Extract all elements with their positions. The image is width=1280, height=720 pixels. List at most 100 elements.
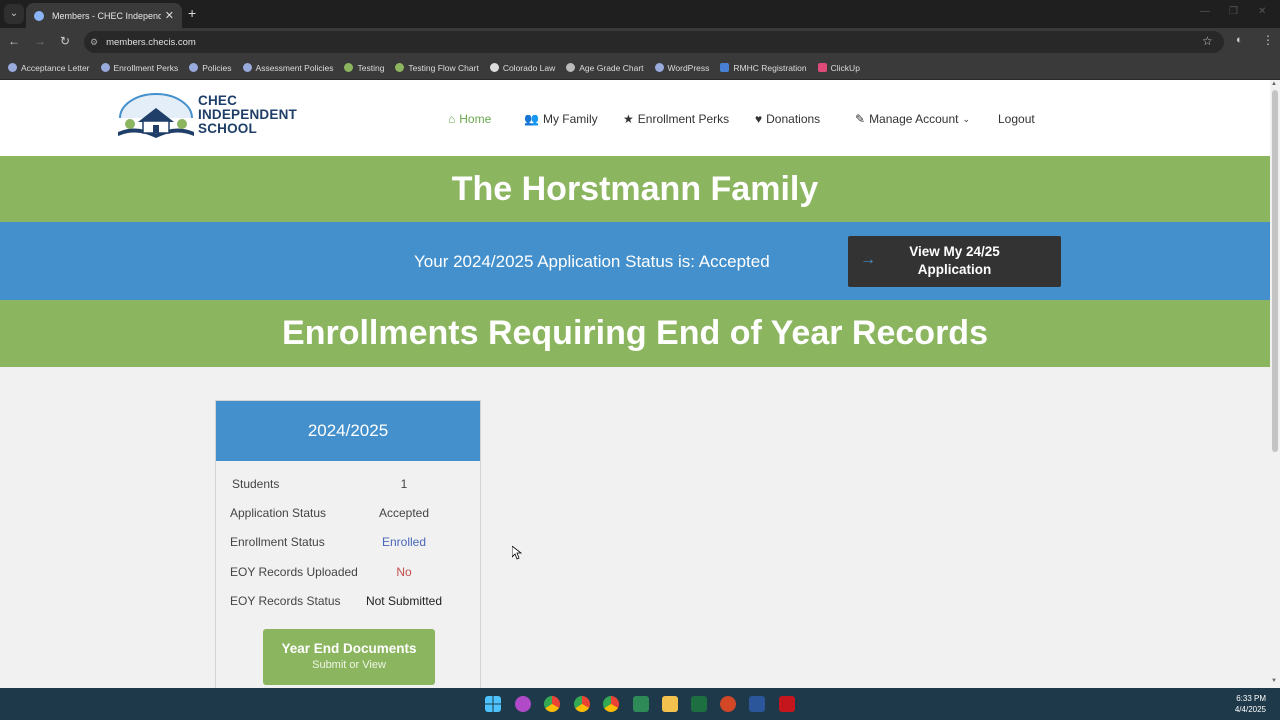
bookmark-policies[interactable]: Policies (189, 62, 232, 73)
family-title: The Horstmann Family (451, 170, 819, 208)
nav-home[interactable]: ⌂ Home (448, 110, 491, 128)
bookmark-age-grade-chart[interactable]: Age Grade Chart (566, 63, 644, 73)
bookmark-icon (566, 63, 576, 72)
school-logo[interactable]: CHEC INDEPENDENT SCHOOL (116, 92, 316, 144)
row-value: No (396, 565, 412, 579)
pencil-icon: ✎ (855, 112, 866, 126)
view-application-button[interactable]: → View My 24/25 Application (848, 236, 1061, 287)
scroll-down-icon[interactable]: ▼ (1271, 678, 1277, 684)
site-favicon-icon (34, 10, 44, 21)
row-value: 1 (400, 477, 408, 491)
close-tab-icon[interactable]: ✕ (165, 9, 174, 22)
bookmark-icon (242, 63, 252, 72)
view-application-label-1: View My 24/25 (909, 244, 1000, 259)
browser-tab-bar: ⌄ Members - CHEC Independent ✕ + — ❐ ✕ (0, 0, 1280, 28)
nav-home-label: Home (459, 112, 492, 126)
bookmark-rmhc-registration[interactable]: RMHC Registration (720, 63, 807, 73)
site-header: CHEC INDEPENDENT SCHOOL ⌂ Home 👥 My Fami… (0, 80, 1270, 156)
row-value: Not Submitted (365, 594, 443, 608)
bookmark-label: Policies (202, 62, 232, 73)
minimize-icon[interactable]: — (1200, 6, 1210, 17)
new-tab-button[interactable]: + (188, 5, 196, 21)
logo-house-book-icon (118, 93, 194, 138)
bookmark-assessment-policies[interactable]: Assessment Policies (242, 62, 334, 73)
excel-icon[interactable] (691, 696, 707, 712)
bookmark-enrollment-perks[interactable]: Enrollment Perks (100, 62, 179, 73)
enrollment-year: 2024/2025 (216, 401, 480, 461)
card-row-students: Students 1 (230, 477, 466, 495)
nav-enrollment-perks-label: Enrollment Perks (637, 112, 730, 126)
home-icon: ⌂ (448, 112, 456, 126)
heart-icon: ♥ (755, 112, 763, 126)
row-label: Enrollment Status (230, 535, 325, 549)
family-banner: The Horstmann Family (0, 156, 1270, 222)
bookmark-colorado-law[interactable]: Colorado Law (489, 63, 555, 73)
page-scrollbar[interactable]: ▲ ▼ (1270, 80, 1280, 688)
system-clock[interactable]: 6:33 PM 4/4/2025 (1235, 693, 1266, 715)
bookmark-testing-flow-chart[interactable]: Testing Flow Chart (395, 63, 479, 73)
bookmark-star-icon[interactable]: ☆ (1202, 34, 1213, 48)
app-circle-icon[interactable] (515, 696, 531, 712)
year-end-documents-button[interactable]: Year End Documents Submit or View (263, 629, 435, 685)
chrome-active-icon[interactable] (574, 696, 590, 712)
bookmark-acceptance-letter[interactable]: Acceptance Letter (8, 63, 90, 73)
enrollment-card: 2024/2025 Students 1 Application Status … (215, 400, 481, 688)
extension-icon[interactable]: ◐ (1236, 34, 1243, 46)
close-window-icon[interactable]: ✕ (1258, 6, 1266, 17)
nav-logout-label: Logout (998, 112, 1035, 126)
file-explorer-icon[interactable] (662, 696, 678, 712)
chat-app-icon[interactable] (633, 696, 649, 712)
card-row-eoy-status: EOY Records Status Not Submitted (230, 594, 466, 612)
bookmark-label: Enrollment Perks (113, 62, 179, 73)
powerpoint-icon[interactable] (720, 696, 736, 712)
chrome-icon[interactable] (544, 696, 560, 712)
row-label: EOY Records Status (230, 594, 341, 608)
site-info-icon[interactable]: ⚙ (90, 37, 98, 48)
nav-enrollment-perks[interactable]: ★ Enrollment Perks (623, 110, 729, 128)
windows-start-icon[interactable] (485, 696, 501, 712)
row-label: Students (232, 477, 280, 491)
address-bar[interactable]: ⚙ members.checis.com (84, 31, 1224, 53)
bookmark-icon (344, 63, 354, 72)
bookmark-icon (489, 63, 499, 72)
logo-line-3: SCHOOL (198, 121, 257, 136)
scroll-up-icon[interactable]: ▲ (1271, 81, 1277, 87)
chevron-down-icon: ⌄ (962, 113, 971, 124)
url-text: members.checis.com (106, 36, 196, 48)
bookmark-wordpress[interactable]: WordPress (654, 62, 710, 73)
bookmark-label: Assessment Policies (255, 62, 334, 73)
card-row-application-status: Application Status Accepted (230, 506, 466, 524)
chrome-profile-icon[interactable] (603, 696, 619, 712)
tab-search-button[interactable]: ⌄ (4, 4, 24, 24)
nav-my-family-label: My Family (542, 112, 598, 126)
logo-line-1: CHEC (198, 93, 238, 108)
word-icon[interactable] (749, 696, 765, 712)
bookmark-icon (720, 63, 730, 72)
row-label: Application Status (230, 506, 327, 520)
bookmark-testing[interactable]: Testing (344, 63, 384, 73)
year-end-documents-subtitle: Submit or View (312, 659, 386, 671)
bookmark-clickup[interactable]: ClickUp (817, 63, 860, 73)
page-content: CHEC INDEPENDENT SCHOOL ⌂ Home 👥 My Fami… (0, 80, 1270, 688)
browser-tab[interactable]: Members - CHEC Independent ✕ (26, 3, 182, 28)
year-end-documents-title: Year End Documents (281, 641, 417, 656)
enrollments-banner: Enrollments Requiring End of Year Record… (0, 300, 1270, 367)
row-label: EOY Records Uploaded (230, 565, 358, 579)
forward-icon[interactable]: → (32, 34, 48, 48)
maximize-icon[interactable]: ❐ (1229, 6, 1238, 17)
bookmark-label: Acceptance Letter (21, 62, 90, 73)
browser-menu-icon[interactable]: ⋮ (1262, 33, 1274, 47)
acrobat-icon[interactable] (779, 696, 795, 712)
back-icon[interactable]: ← (6, 34, 22, 48)
reload-icon[interactable]: ↻ (57, 34, 73, 48)
enrollments-heading: Enrollments Requiring End of Year Record… (282, 314, 988, 352)
logo-line-2: INDEPENDENT (198, 107, 297, 122)
nav-donations[interactable]: ♥ Donations (755, 110, 820, 128)
nav-my-family[interactable]: 👥 My Family (524, 110, 598, 128)
scrollbar-thumb[interactable] (1272, 90, 1278, 452)
nav-manage-account[interactable]: ✎ Manage Account ⌄ (855, 110, 974, 128)
view-application-label-2: Application (917, 262, 992, 277)
bookmark-label: WordPress (667, 62, 710, 73)
card-row-eoy-uploaded: EOY Records Uploaded No (230, 565, 466, 583)
nav-logout[interactable]: Logout (998, 110, 1035, 128)
